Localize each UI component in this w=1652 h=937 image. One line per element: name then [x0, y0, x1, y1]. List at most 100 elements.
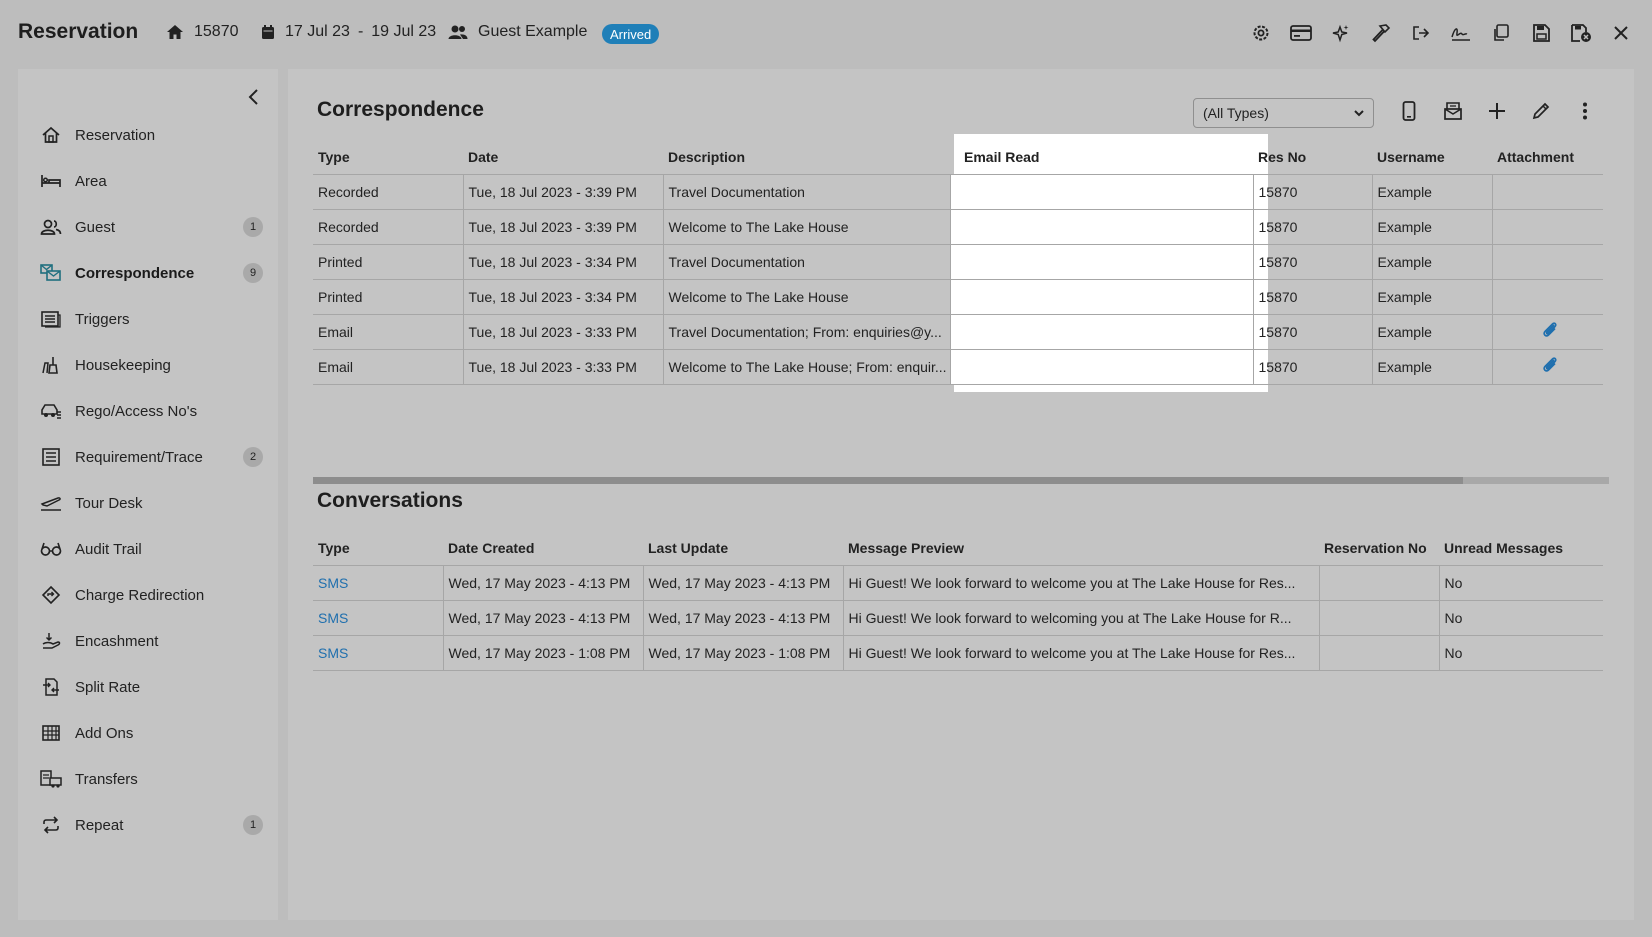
- grid-icon: [40, 722, 62, 744]
- mobile-icon[interactable]: [1398, 100, 1420, 122]
- count-badge: 1: [243, 217, 263, 237]
- bed-icon: [40, 170, 62, 192]
- table-row[interactable]: Printed Tue, 18 Jul 2023 - 3:34 PM Welco…: [313, 279, 1603, 315]
- paperclip-icon[interactable]: [1540, 320, 1560, 340]
- collapse-sidebar-button[interactable]: [244, 87, 264, 107]
- col-description[interactable]: Description: [663, 140, 950, 175]
- list-icon: [40, 446, 62, 468]
- table-row[interactable]: Recorded Tue, 18 Jul 2023 - 3:39 PM Welc…: [313, 209, 1603, 245]
- redirect-icon: [40, 584, 62, 606]
- gear-icon[interactable]: [1250, 22, 1272, 44]
- attachment-cell: [1492, 209, 1603, 245]
- scrollbar-thumb[interactable]: [313, 477, 1463, 484]
- col-type[interactable]: Type: [313, 531, 443, 566]
- save-close-icon[interactable]: [1570, 22, 1592, 44]
- col-attachment[interactable]: Attachment: [1492, 140, 1603, 175]
- sidebar: Reservation Area Guest 1 Correspondence …: [18, 69, 278, 920]
- table-row[interactable]: SMS Wed, 17 May 2023 - 4:13 PM Wed, 17 M…: [313, 600, 1603, 636]
- paperclip-icon[interactable]: [1540, 355, 1560, 375]
- sidebar-item-repeat[interactable]: Repeat 1: [18, 802, 278, 848]
- header-bar: Reservation 15870 17 Jul 23 - 19 Jul 23 …: [0, 0, 1652, 68]
- signature-icon[interactable]: [1450, 22, 1472, 44]
- sidebar-item-triggers[interactable]: Triggers: [18, 296, 278, 342]
- split-icon: [40, 676, 62, 698]
- glasses-icon: [40, 538, 62, 560]
- encash-icon: [40, 630, 62, 652]
- repeat-icon: [40, 814, 62, 836]
- col-date-created[interactable]: Date Created: [443, 531, 643, 566]
- sms-link[interactable]: SMS: [313, 600, 444, 636]
- housekeeping-icon: [40, 354, 62, 376]
- sidebar-item-split-rate[interactable]: Split Rate: [18, 664, 278, 710]
- attachment-cell: [1492, 279, 1603, 315]
- bus-icon: [40, 768, 62, 790]
- card-icon[interactable]: [1290, 22, 1312, 44]
- attachment-cell: [1492, 174, 1603, 210]
- type-filter-select[interactable]: (All Types): [1193, 98, 1374, 128]
- guest-name: Guest Example: [448, 23, 587, 41]
- plane-icon: [40, 492, 62, 514]
- house-icon: [40, 124, 62, 146]
- main-panel: Correspondence (All Types) Type Date Des…: [288, 69, 1634, 920]
- close-icon[interactable]: [1610, 22, 1632, 44]
- res-number: 15870: [166, 23, 239, 41]
- col-res-no[interactable]: Res No: [1253, 140, 1372, 175]
- sidebar-item-encashment[interactable]: Encashment: [18, 618, 278, 664]
- add-icon[interactable]: [1486, 100, 1508, 122]
- table-row[interactable]: Recorded Tue, 18 Jul 2023 - 3:39 PM Trav…: [313, 174, 1603, 210]
- sidebar-item-guest[interactable]: Guest 1: [18, 204, 278, 250]
- col-date[interactable]: Date: [463, 140, 663, 175]
- count-badge: 9: [243, 263, 263, 283]
- correspondence-icon: [40, 262, 62, 284]
- col-message-preview[interactable]: Message Preview: [843, 531, 1319, 566]
- correspondence-title: Correspondence: [317, 98, 484, 121]
- more-options-icon[interactable]: [1574, 100, 1596, 122]
- sidebar-item-charge-redirection[interactable]: Charge Redirection: [18, 572, 278, 618]
- correspondence-table: Type Date Description Email Read Res No …: [313, 140, 1603, 385]
- chevron-left-icon: [248, 89, 258, 105]
- sidebar-item-reservation[interactable]: Reservation: [18, 112, 278, 158]
- attachment-cell: [1492, 244, 1603, 280]
- stay-dates: 17 Jul 23 - 19 Jul 23: [261, 23, 436, 41]
- count-badge: 1: [243, 815, 263, 835]
- sidebar-item-housekeeping[interactable]: Housekeeping: [18, 342, 278, 388]
- col-email-read[interactable]: Email Read: [950, 140, 1253, 175]
- sidebar-item-audit-trail[interactable]: Audit Trail: [18, 526, 278, 572]
- horizontal-scrollbar[interactable]: [313, 477, 1609, 484]
- sidebar-item-rego[interactable]: Rego/Access No's: [18, 388, 278, 434]
- sidebar-item-area[interactable]: Area: [18, 158, 278, 204]
- hammer-icon[interactable]: [1370, 22, 1392, 44]
- table-row[interactable]: Email Tue, 18 Jul 2023 - 3:33 PM Travel …: [313, 314, 1603, 350]
- sms-link[interactable]: SMS: [313, 635, 444, 671]
- col-username[interactable]: Username: [1372, 140, 1492, 175]
- col-unread-messages[interactable]: Unread Messages: [1439, 531, 1603, 566]
- header-toolbar: [1250, 22, 1632, 44]
- checkout-icon[interactable]: [1410, 22, 1432, 44]
- table-row[interactable]: SMS Wed, 17 May 2023 - 1:08 PM Wed, 17 M…: [313, 635, 1603, 671]
- conversations-title: Conversations: [317, 489, 463, 512]
- sms-link[interactable]: SMS: [313, 565, 444, 601]
- copy-icon[interactable]: [1490, 22, 1512, 44]
- table-row[interactable]: SMS Wed, 17 May 2023 - 4:13 PM Wed, 17 M…: [313, 565, 1603, 601]
- status-badge: Arrived: [602, 24, 660, 44]
- sidebar-item-tour-desk[interactable]: Tour Desk: [18, 480, 278, 526]
- sidebar-item-correspondence[interactable]: Correspondence 9: [18, 250, 278, 296]
- calendar-icon: [262, 25, 274, 39]
- sidebar-item-transfers[interactable]: Transfers: [18, 756, 278, 802]
- save-icon[interactable]: [1530, 22, 1552, 44]
- page-title: Reservation: [18, 20, 139, 43]
- mail-print-icon[interactable]: [1442, 100, 1464, 122]
- sidebar-item-requirement[interactable]: Requirement/Trace 2: [18, 434, 278, 480]
- stars-icon[interactable]: [1330, 22, 1352, 44]
- sidebar-item-add-ons[interactable]: Add Ons: [18, 710, 278, 756]
- attachment-cell: [1492, 349, 1603, 385]
- home-icon: [167, 25, 183, 39]
- table-row[interactable]: Email Tue, 18 Jul 2023 - 3:33 PM Welcome…: [313, 349, 1603, 385]
- col-type[interactable]: Type: [313, 140, 463, 175]
- edit-icon[interactable]: [1530, 100, 1552, 122]
- guests-icon: [448, 25, 468, 39]
- col-reservation-no[interactable]: Reservation No: [1319, 531, 1439, 566]
- table-header-row: Type Date Description Email Read Res No …: [313, 140, 1603, 175]
- table-row[interactable]: Printed Tue, 18 Jul 2023 - 3:34 PM Trave…: [313, 244, 1603, 280]
- col-last-update[interactable]: Last Update: [643, 531, 843, 566]
